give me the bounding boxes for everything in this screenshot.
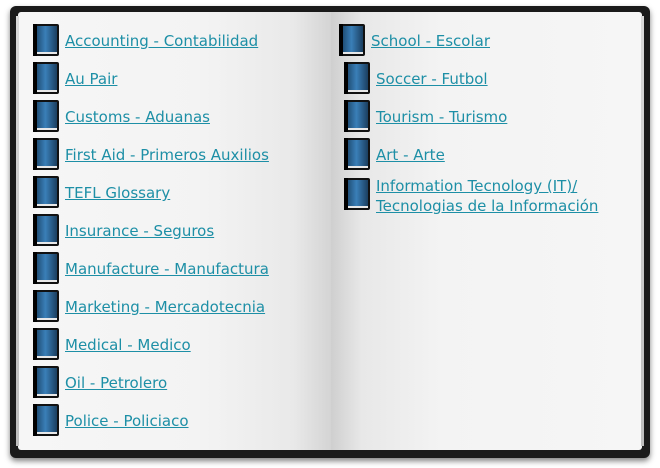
link-line-2: Tecnologias de la Información [376, 197, 599, 215]
book-icon [344, 62, 370, 94]
link-school[interactable]: School - Escolar [371, 31, 490, 51]
link-first-aid[interactable]: First Aid - Primeros Auxilios [65, 145, 269, 165]
list-item[interactable]: Police - Policiaco [33, 404, 189, 436]
list-item[interactable]: Information Tecnology (IT)/ Tecnologias … [344, 176, 598, 216]
book-icon [344, 138, 370, 170]
list-item[interactable]: Insurance - Seguros [33, 214, 214, 246]
link-manufacture[interactable]: Manufacture - Manufactura [65, 259, 269, 279]
link-police[interactable]: Police - Policiaco [65, 411, 189, 431]
book-icon [33, 24, 59, 56]
book-icon [33, 328, 59, 360]
book-icon [33, 62, 59, 94]
list-item[interactable]: Art - Arte [344, 138, 445, 170]
link-art[interactable]: Art - Arte [376, 145, 445, 165]
book-icon [33, 366, 59, 398]
link-accounting[interactable]: Accounting - Contabilidad [65, 31, 258, 51]
list-item[interactable]: TEFL Glossary [33, 176, 170, 208]
book-icon [33, 404, 59, 436]
link-line-1: Information Tecnology (IT)/ [376, 177, 578, 195]
book-icon [339, 24, 365, 56]
list-item[interactable]: Au Pair [33, 62, 117, 94]
book-icon [33, 214, 59, 246]
link-insurance[interactable]: Insurance - Seguros [65, 221, 214, 241]
list-item[interactable]: School - Escolar [339, 24, 490, 56]
link-au-pair[interactable]: Au Pair [65, 69, 117, 89]
book-icon [33, 138, 59, 170]
book-icon [33, 290, 59, 322]
list-item[interactable]: Soccer - Futbol [344, 62, 488, 94]
book-icon [33, 176, 59, 208]
list-item[interactable]: Customs - Aduanas [33, 100, 210, 132]
link-soccer[interactable]: Soccer - Futbol [376, 69, 488, 89]
list-item[interactable]: Accounting - Contabilidad [33, 24, 258, 56]
link-customs[interactable]: Customs - Aduanas [65, 107, 210, 127]
list-item[interactable]: Oil - Petrolero [33, 366, 167, 398]
list-item[interactable]: Medical - Medico [33, 328, 191, 360]
link-tefl-glossary[interactable]: TEFL Glossary [65, 183, 170, 203]
list-item[interactable]: Marketing - Mercadotecnia [33, 290, 265, 322]
book-icon [33, 100, 59, 132]
list-item[interactable]: First Aid - Primeros Auxilios [33, 138, 269, 170]
link-tourism[interactable]: Tourism - Turismo [376, 107, 507, 127]
book-icon [344, 100, 370, 132]
list-item[interactable]: Tourism - Turismo [344, 100, 507, 132]
book-icon [344, 178, 370, 210]
link-oil[interactable]: Oil - Petrolero [65, 373, 167, 393]
link-medical[interactable]: Medical - Medico [65, 335, 191, 355]
link-marketing[interactable]: Marketing - Mercadotecnia [65, 297, 265, 317]
link-information-technology[interactable]: Information Tecnology (IT)/ Tecnologias … [376, 176, 598, 216]
book-icon [33, 252, 59, 284]
list-item[interactable]: Manufacture - Manufactura [33, 252, 269, 284]
